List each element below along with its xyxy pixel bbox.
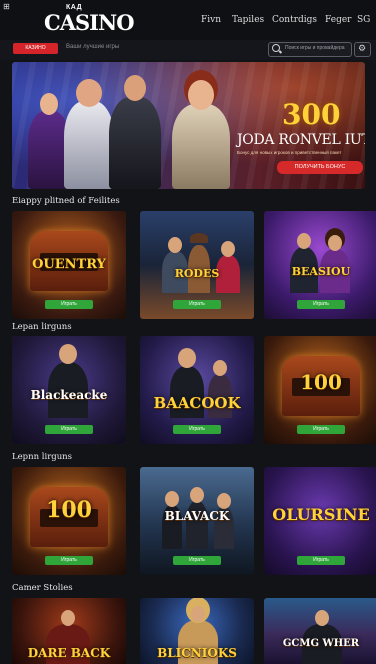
search-input[interactable]: Поиск игры и провайдера [268, 42, 352, 57]
hero-bonus-amount: 300 [282, 98, 341, 131]
section-title-4: Camer Stolies [12, 583, 73, 593]
top-bar: ⊞ КАД CASINO Fivn Tapiles Contrdigs Fege… [0, 0, 376, 41]
game-card[interactable]: RODES Играть [140, 211, 254, 319]
play-button[interactable]: Играть [45, 425, 93, 434]
game-title: DARE BACK [27, 646, 111, 660]
play-button[interactable]: Играть [173, 300, 221, 309]
search-icon [272, 44, 280, 52]
game-title: GCMG WHER [282, 638, 360, 649]
game-card[interactable]: 100 Играть [12, 467, 126, 575]
search-placeholder: Поиск игры и провайдера [285, 45, 345, 51]
game-title: Blackeacke [30, 388, 108, 402]
game-card[interactable]: BLICNIOKS [140, 598, 254, 664]
hero-subtitle: Бонус для новых игроков и приветственный… [237, 150, 342, 155]
game-card[interactable]: 100 Играть [264, 336, 376, 444]
game-card[interactable]: DARE BACK [12, 598, 126, 664]
settings-button[interactable]: ⚙ [354, 42, 371, 57]
section-title-2: Lepan lirguns [12, 322, 72, 332]
play-button[interactable]: Играть [297, 300, 345, 309]
play-button[interactable]: Играть [45, 556, 93, 565]
gear-icon: ⚙ [358, 43, 367, 53]
play-button[interactable]: Играть [297, 425, 345, 434]
hero-character-chef [64, 79, 114, 189]
hero-character-woman-center [172, 80, 230, 189]
game-card[interactable]: GCMG WHER [264, 598, 376, 664]
nav-item-1[interactable]: Fivn [201, 15, 221, 25]
play-button[interactable]: Играть [297, 556, 345, 565]
casino-logo[interactable]: КАД CASINO [44, 4, 134, 36]
play-button[interactable]: Играть [173, 556, 221, 565]
casino-category-button[interactable]: КАЗИНО [13, 43, 58, 54]
game-title: 100 [46, 497, 92, 523]
game-card[interactable]: BEASIOU Играть [264, 211, 376, 319]
game-title: BLICNIOKS [157, 646, 237, 660]
game-card[interactable]: OUENTRY Играть [12, 211, 126, 319]
game-card[interactable]: OLURSINE Играть [264, 467, 376, 575]
hero-cta-button[interactable]: ПОЛУЧИТЬ БОНУС [277, 161, 363, 174]
game-title: RODES [174, 267, 220, 280]
game-card[interactable]: BLAVACK Играть [140, 467, 254, 575]
hero-character-man-suit [109, 75, 161, 189]
section-title-1: Eiappy plitned of Feilites [12, 196, 120, 206]
section-title-3: Lepnn lirguns [12, 452, 73, 462]
logo-main-text: CASINO [44, 10, 134, 35]
game-title: BAACOOK [153, 394, 241, 412]
nav-item-3[interactable]: Contrdigs [272, 15, 317, 25]
nav-item-4[interactable]: Feger [325, 15, 351, 25]
game-title: OUENTRY [32, 257, 106, 272]
play-button[interactable]: Играть [173, 425, 221, 434]
filter-text: Ваши лучшие игры [66, 44, 120, 50]
game-title: 100 [300, 370, 342, 394]
game-title: BLAVACK [164, 509, 230, 523]
game-card[interactable]: BAACOOK Играть [140, 336, 254, 444]
hero-banner[interactable]: 300 JODA RONVEL IUTU Бонус для новых игр… [12, 62, 365, 189]
game-title: OLURSINE [272, 505, 370, 524]
nav-item-2[interactable]: Tapiles [232, 15, 264, 25]
nav-item-5[interactable]: SG [357, 15, 370, 25]
game-title: BEASIOU [291, 265, 351, 278]
game-card[interactable]: Blackeacke Играть [12, 336, 126, 444]
play-button[interactable]: Играть [45, 300, 93, 309]
hero-title: JODA RONVEL IUTU [237, 132, 365, 148]
grid-icon[interactable]: ⊞ [3, 2, 10, 11]
